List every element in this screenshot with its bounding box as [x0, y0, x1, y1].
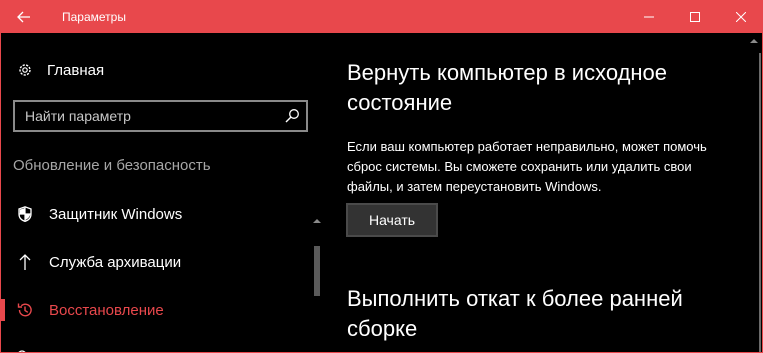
back-button[interactable]: [1, 1, 47, 33]
sidebar-item-label: Служба архивации: [49, 253, 182, 271]
start-button[interactable]: Начать: [346, 203, 438, 237]
scroll-up-icon[interactable]: [312, 216, 322, 226]
sidebar-item-label: Защитник Windows: [49, 205, 183, 223]
sidebar-item-defender[interactable]: Защитник Windows: [1, 191, 311, 237]
window-title: Параметры: [62, 10, 126, 24]
close-button[interactable]: [718, 1, 762, 33]
search-box[interactable]: [13, 100, 308, 132]
main-content: Вернуть компьютер в исходное состояние Е…: [328, 33, 746, 352]
next-item-icon: [17, 347, 27, 352]
home-label: Главная: [47, 61, 105, 79]
shield-icon: [17, 205, 33, 223]
reset-section-description: Если ваш компьютер работает неправильно,…: [347, 139, 707, 194]
search-icon[interactable]: [284, 108, 300, 124]
maximize-button[interactable]: [672, 1, 718, 33]
minimize-button[interactable]: [626, 1, 672, 33]
maximize-icon: [690, 12, 700, 22]
search-input[interactable]: [25, 102, 280, 130]
history-icon: [17, 301, 33, 319]
sidebar-scroll-thumb[interactable]: [314, 246, 320, 296]
gear-icon: [19, 64, 31, 76]
title-bar: Параметры: [1, 1, 762, 33]
sidebar: Главная Обновление и безопасность Защитн…: [1, 33, 328, 352]
minimize-icon: [644, 16, 654, 18]
sidebar-item-label: Восстановление: [49, 301, 164, 319]
sidebar-item-backup[interactable]: Служба архивации: [1, 239, 311, 285]
rollback-section-title: Выполнить откат к более ранней сборке: [347, 286, 683, 341]
scroll-up-icon[interactable]: [749, 36, 759, 46]
main-scroll-thumb[interactable]: [759, 53, 761, 352]
reset-section-title: Вернуть компьютер в исходное состояние: [347, 60, 668, 115]
back-arrow-icon: [17, 11, 30, 23]
sidebar-item-recovery[interactable]: Восстановление: [1, 287, 311, 333]
upload-arrow-icon: [17, 253, 33, 271]
active-indicator: [1, 299, 5, 321]
section-header: Обновление и безопасность: [13, 157, 211, 174]
settings-window: Параметры Главная Найти параметр Обновле…: [0, 0, 763, 353]
sidebar-scrollbar[interactable]: [311, 216, 322, 352]
close-icon: [736, 12, 746, 22]
home-link[interactable]: Главная: [17, 59, 104, 81]
main-scrollbar[interactable]: [746, 33, 762, 352]
